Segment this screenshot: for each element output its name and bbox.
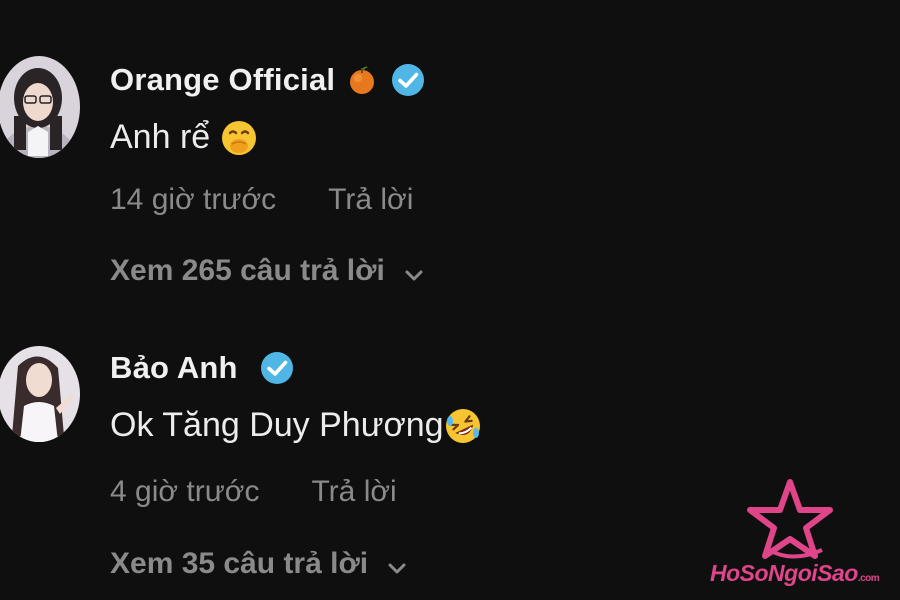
comment-text: Ok Tăng Duy Phương	[110, 406, 482, 445]
watermark-suffix: .com	[857, 573, 880, 584]
username-text[interactable]: Orange Official	[110, 62, 335, 98]
comment-time: 4 giờ trước	[110, 475, 260, 508]
rolling-laughing-emoji-icon	[444, 407, 482, 445]
username-text[interactable]: Bảo Anh	[110, 350, 238, 386]
avatar[interactable]	[0, 56, 80, 158]
reply-button[interactable]: Trả lời	[328, 183, 413, 216]
chevron-down-icon[interactable]	[403, 260, 425, 282]
orange-emoji-icon	[347, 65, 377, 95]
verified-badge-icon	[391, 63, 425, 97]
comment-time: 14 giờ trước	[110, 183, 277, 216]
view-replies-button[interactable]: Xem 265 câu trả lời	[110, 254, 425, 288]
star-logo-icon	[747, 479, 833, 559]
avatar[interactable]	[0, 346, 80, 442]
hand-over-mouth-emoji-icon	[220, 119, 258, 157]
comment-text-body: Ok Tăng Duy Phương	[110, 406, 444, 444]
comment-text-body: Anh rể	[110, 118, 211, 156]
comment-meta: 4 giờ trước Trả lời	[110, 475, 397, 509]
view-replies-label[interactable]: Xem 265 câu trả lời	[110, 254, 385, 288]
chevron-down-icon[interactable]	[386, 553, 408, 575]
watermark-logo: HoSoNgoiSao.com	[700, 478, 896, 590]
watermark-brand: HoSoNgoiSao	[710, 560, 858, 586]
watermark-text: HoSoNgoiSao.com	[710, 560, 880, 587]
view-replies-button[interactable]: Xem 35 câu trả lời	[110, 547, 408, 581]
view-replies-label[interactable]: Xem 35 câu trả lời	[110, 547, 368, 581]
comment-text: Anh rể	[110, 118, 258, 157]
comment-username[interactable]: Orange Official	[110, 62, 425, 98]
verified-badge-icon	[260, 351, 294, 385]
reply-button[interactable]: Trả lời	[311, 475, 396, 508]
comment-meta: 14 giờ trước Trả lời	[110, 183, 413, 217]
comment-username[interactable]: Bảo Anh	[110, 350, 294, 386]
